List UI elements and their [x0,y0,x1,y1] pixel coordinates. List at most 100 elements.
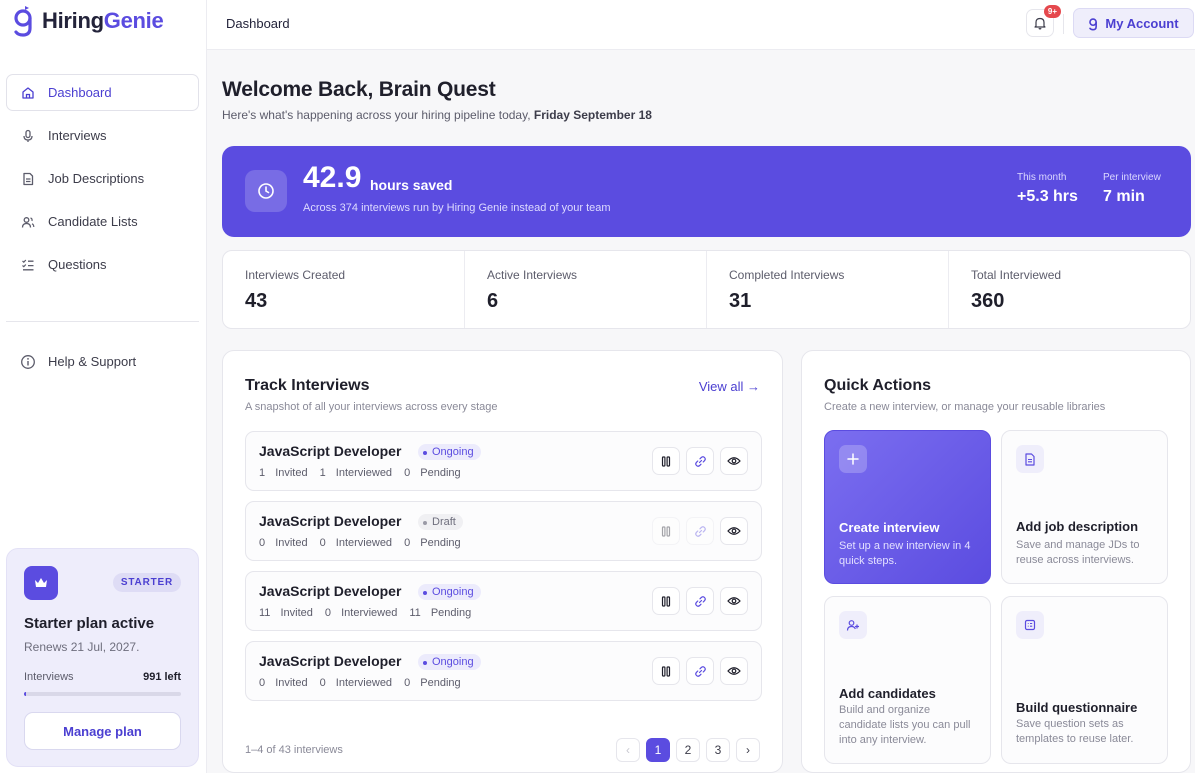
home-icon [20,85,36,101]
my-account-label: My Account [1105,15,1179,31]
sidebar-item-help[interactable]: Help & Support [6,343,199,380]
create-interview-tile[interactable]: Create interview Set up a new interview … [824,430,991,584]
pending-count: 0 Pending [404,467,461,479]
build-questionnaire-tile[interactable]: Build questionnaire Save question sets a… [1001,596,1168,764]
stat-label: Active Interviews [487,268,578,282]
sidebar-item-label: Dashboard [48,85,112,100]
next-page-button[interactable]: › [736,738,760,762]
sidebar-item-candidate-lists[interactable]: Candidate Lists [6,203,199,240]
track-subtitle: A snapshot of all your interviews across… [245,401,498,413]
hours-saved-value: 42.9 [303,161,362,194]
interview-row[interactable]: JavaScript Developer Ongoing 1 Invited 1 In… [245,431,762,491]
genie-logo-icon [1089,17,1098,30]
stat-completed-interviews: Completed Interviews 31 [707,251,949,328]
info-icon [20,354,36,370]
logo[interactable]: HiringGenie [12,4,164,38]
tile-title: Build questionnaire [1016,700,1138,715]
view-button[interactable] [720,447,748,475]
plan-usage-row: Interviews 991 left [24,671,181,683]
crown-icon [24,566,58,600]
invited-count: 1 Invited [259,467,308,479]
page-title: Welcome Back, Brain Quest [222,78,496,101]
stat-value: 43 [245,290,268,312]
copy-link-button[interactable] [686,587,714,615]
pause-button[interactable] [652,657,680,685]
logo-text: HiringGenie [42,8,164,33]
plan-usage-label: Interviews [24,671,74,683]
eye-icon [727,597,741,605]
tile-description: Build and organize candidate lists you c… [839,704,971,746]
view-button[interactable] [720,517,748,545]
plan-card: STARTER Starter plan active Renews 21 Ju… [6,548,199,767]
sidebar-item-dashboard[interactable]: Dashboard [6,74,199,111]
pending-count: 0 Pending [404,677,461,689]
prev-page-button[interactable]: ‹ [616,738,640,762]
breadcrumb: Dashboard [226,16,290,31]
pause-button[interactable] [652,447,680,475]
add-job-description-tile[interactable]: Add job description Save and manage JDs … [1001,430,1168,584]
notification-badge: 9+ [1043,5,1061,18]
interview-counts: 0 Invited 0 Interviewed 0 Pending [259,677,473,689]
document-icon [20,171,36,187]
current-date: Friday September 18 [533,108,652,122]
row-actions [652,587,748,615]
page-button-3[interactable]: 3 [706,738,730,762]
pause-button[interactable] [652,587,680,615]
stat-value: 6 [487,290,499,312]
stat-interviews-created: Interviews Created 43 [223,251,465,328]
tile-title: Add job description [1016,519,1139,534]
sidebar-item-label: Questions [48,257,107,272]
stat-value: 31 [729,290,752,312]
bell-icon [1034,17,1046,30]
microphone-icon [20,128,36,144]
sidebar-item-job-descriptions[interactable]: Job Descriptions [6,160,199,197]
view-button[interactable] [720,587,748,615]
plus-icon [839,445,867,473]
stat-label: Interviews Created [245,268,346,282]
pause-button[interactable] [652,517,680,545]
checklist-icon [20,257,36,273]
tile-title: Create interview [839,520,940,535]
invited-count: 11 Invited [259,607,313,619]
page-subtitle: Here's what's happening across your hiri… [222,108,652,122]
row-actions [652,447,748,475]
stat-active-interviews: Active Interviews 6 [465,251,707,328]
interview-title: JavaScript Developer [259,513,402,529]
sidebar-item-interviews[interactable]: Interviews [6,117,199,154]
interview-row[interactable]: JavaScript Developer Draft 0 Invited 0 Inte… [245,501,762,561]
quick-actions-card: Quick Actions Create a new interview, or… [801,350,1191,773]
pagination: ‹ 1 2 3 › [616,738,760,762]
hero-stat-per-interview: Per interview 7 min [1103,172,1161,205]
sidebar-item-questions[interactable]: Questions [6,246,199,283]
interview-row[interactable]: JavaScript Developer Ongoing 11 Invited 0 I… [245,571,762,631]
pending-count: 11 Pending [409,607,472,619]
copy-link-button[interactable] [686,517,714,545]
plan-usage-left: 991 left [143,671,181,683]
view-all-link[interactable]: View all → [699,379,760,394]
copy-link-button[interactable] [686,447,714,475]
view-button[interactable] [720,657,748,685]
track-interviews-card: Track Interviews A snapshot of all your … [222,350,783,773]
interviewed-count: 0 Interviewed [319,537,393,549]
invited-count: 0 Invited [259,537,308,549]
sidebar-item-label: Help & Support [48,354,137,369]
topbar: Dashboard 9+ My Account [207,0,1195,50]
tile-description: Set up a new interview in 4 quick steps. [839,540,971,567]
plan-title: Starter plan active [24,615,155,632]
interview-row[interactable]: JavaScript Developer Ongoing 0 Invited 0 In… [245,641,762,701]
plan-badge: STARTER [112,573,181,592]
stat-label: Completed Interviews [729,268,845,282]
copy-link-button[interactable] [686,657,714,685]
list-icon [1016,611,1044,639]
notifications-button[interactable]: 9+ [1026,5,1061,37]
pause-icon [661,595,671,607]
page-button-2[interactable]: 2 [676,738,700,762]
tile-description: Save and manage JDs to reuse across inte… [1016,539,1140,566]
interviewed-count: 0 Interviewed [319,677,393,689]
link-icon [694,595,706,607]
manage-plan-button[interactable]: Manage plan [24,712,181,750]
my-account-button[interactable]: My Account [1073,8,1194,38]
page-button-1[interactable]: 1 [646,738,670,762]
invited-count: 0 Invited [259,677,308,689]
add-candidates-tile[interactable]: Add candidates Build and organize candid… [824,596,991,764]
